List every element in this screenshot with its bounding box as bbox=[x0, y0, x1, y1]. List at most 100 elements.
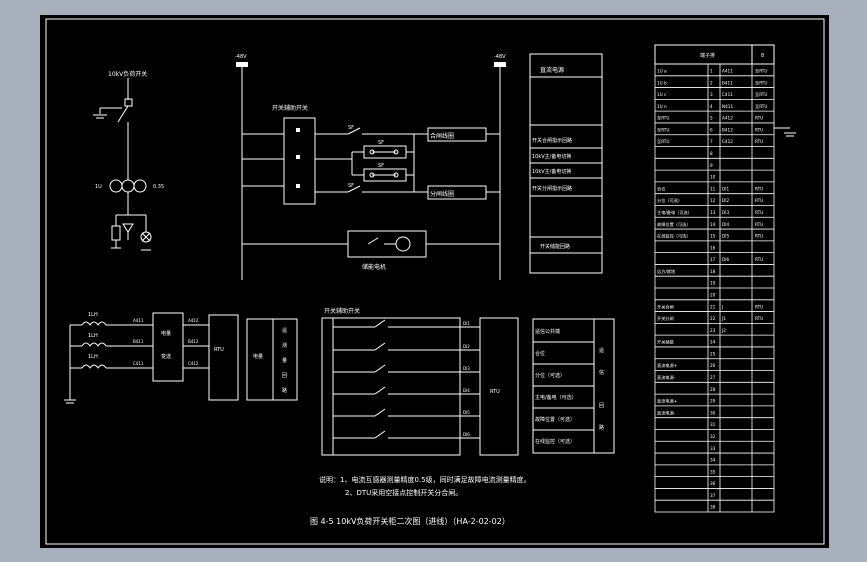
terminal-number: 9 bbox=[710, 163, 713, 168]
terminal-desc: 直流电源- bbox=[657, 409, 676, 416]
svg-text:1LH: 1LH bbox=[88, 312, 98, 318]
svg-text:C412: C412 bbox=[188, 361, 199, 366]
svg-text:测: 测 bbox=[282, 342, 287, 349]
terminal-desc: 1U n bbox=[657, 104, 667, 109]
terminal-number: 7 bbox=[710, 139, 713, 144]
terminal-number: 17 bbox=[710, 257, 716, 262]
terminal-dest: RTU bbox=[755, 222, 763, 227]
terminal-wire: DI3 bbox=[722, 210, 729, 215]
terminal-desc: 在线监控（可选） bbox=[657, 233, 691, 240]
svg-text:量: 量 bbox=[282, 357, 287, 364]
terminal-number: 3 bbox=[710, 92, 713, 97]
function-item-1: 开关合闸指示回路 bbox=[532, 137, 572, 144]
signal-row-3: 主电/备电（可选） bbox=[535, 394, 577, 401]
terminal-dest: RTU bbox=[755, 116, 763, 121]
transmitter-label-1: 电量 bbox=[161, 330, 171, 337]
svg-text:A412: A412 bbox=[188, 318, 199, 323]
function-item-3: 10kV主/备电切换 bbox=[532, 168, 571, 175]
bus-right-label: -48V bbox=[494, 54, 506, 60]
terminal-dest: RTU bbox=[755, 257, 763, 262]
svg-text:8: 8 bbox=[761, 53, 764, 59]
aux-contacts-title: 开关辅助开关 bbox=[324, 307, 360, 315]
signal-row-4: 故障位置（可选） bbox=[535, 416, 575, 423]
switch-label: 10kV负荷开关 bbox=[108, 70, 147, 78]
terminal-header: 端子排 bbox=[700, 52, 715, 59]
function-item-2: 10kV主/备电切换 bbox=[532, 153, 571, 160]
terminal-desc: 开关分闸 bbox=[657, 315, 674, 322]
terminal-desc: 1U c bbox=[657, 92, 667, 97]
svg-text:遥: 遥 bbox=[599, 347, 604, 354]
terminal-wire: J1 bbox=[721, 316, 726, 321]
terminal-number: 4 bbox=[710, 104, 713, 109]
terminal-desc: 远方/就地 bbox=[657, 268, 676, 275]
contact-1-label: SF bbox=[348, 125, 354, 131]
drawing-caption: 图 4-5 10kV负荷开关柜二次图（进线）（HA-2-02-02） bbox=[310, 516, 510, 526]
terminal-desc: 主电/备电（可选） bbox=[657, 209, 692, 216]
function-item-4: 开关分闸指示回路 bbox=[532, 185, 572, 192]
terminal-number: 33 bbox=[710, 446, 716, 451]
signal-row-2: 分位（可选） bbox=[535, 372, 565, 379]
svg-text:路: 路 bbox=[599, 424, 604, 431]
terminal-dest: 至RTU bbox=[755, 80, 767, 85]
terminal-number: 25 bbox=[710, 351, 716, 356]
open-coil-label: 分闸线圈 bbox=[430, 190, 454, 198]
terminal-number: 27 bbox=[710, 375, 716, 380]
terminal-wire: DI5 bbox=[722, 234, 729, 239]
terminal-wire: DI1 bbox=[722, 186, 729, 191]
terminal-desc: 故障位置（可选） bbox=[657, 221, 691, 228]
terminal-dest: RTU bbox=[755, 234, 763, 239]
bus-left-label: -48V bbox=[235, 54, 247, 60]
signal-row-1: 合位 bbox=[535, 350, 545, 357]
terminal-number: 38 bbox=[710, 505, 716, 510]
terminal-desc: 开关合闸 bbox=[657, 303, 674, 310]
terminal-number: 24 bbox=[710, 340, 716, 345]
terminal-dest: RTU bbox=[755, 316, 763, 321]
terminal-wire: B411 bbox=[722, 80, 733, 85]
note-line-2: 2、DTU采用空接点控制开关分合闸。 bbox=[345, 488, 462, 497]
contact-2-label: SF bbox=[378, 140, 384, 146]
terminal-number: 8 bbox=[710, 151, 713, 156]
terminal-number: 37 bbox=[710, 493, 716, 498]
terminal-wire: N411 bbox=[722, 104, 733, 109]
terminal-number: 28 bbox=[710, 387, 716, 392]
terminal-dest: RTU bbox=[755, 304, 763, 309]
terminal-number: 29 bbox=[710, 399, 716, 404]
terminal-wire: A411 bbox=[722, 68, 733, 73]
signal-row-0: 遥信公共端 bbox=[535, 328, 560, 335]
bus-left-fuse bbox=[236, 62, 248, 67]
transmitter-label-2: 变送 bbox=[161, 353, 171, 360]
terminal-number: 6 bbox=[710, 127, 713, 132]
svg-text:DI2: DI2 bbox=[463, 344, 470, 349]
terminal-number: 2 bbox=[710, 80, 713, 85]
terminal-wire: DI6 bbox=[722, 257, 729, 262]
terminal-desc: 开关储能 bbox=[657, 339, 675, 346]
terminal-number: 26 bbox=[710, 363, 716, 368]
function-item-5: 开关储能回路 bbox=[540, 243, 570, 250]
svg-text:回: 回 bbox=[282, 373, 287, 379]
terminal-number: 16 bbox=[710, 245, 716, 250]
terminal-number: 31 bbox=[710, 422, 716, 427]
signal-row-5: 在线监控（可选） bbox=[535, 438, 575, 445]
svg-text:B411: B411 bbox=[133, 339, 144, 344]
note-line-1: 说明：1、电流互感器测量精度0.5级，同时满足故障电流测量精度。 bbox=[319, 475, 531, 484]
terminal-number: 13 bbox=[710, 210, 716, 215]
svg-text:1LH: 1LH bbox=[88, 333, 98, 339]
motor-label: 储能电机 bbox=[362, 263, 386, 271]
close-coil-label: 合闸线圈 bbox=[430, 132, 454, 140]
terminal-dest: RTU bbox=[755, 139, 763, 144]
drawing-canvas: 10kV负荷开关 1U 0.35 -48V -48V 开关辅助开关 SF 合闸线… bbox=[0, 0, 867, 562]
terminal-number: 1 bbox=[710, 68, 713, 73]
terminal-wire: J2 bbox=[721, 328, 726, 333]
terminal-number: 19 bbox=[710, 281, 716, 286]
terminal-number: 14 bbox=[710, 222, 716, 227]
svg-text:DI3: DI3 bbox=[463, 366, 470, 371]
terminal-number: 20 bbox=[710, 292, 716, 297]
terminal-number: 34 bbox=[710, 458, 716, 463]
terminal-number: 21 bbox=[710, 304, 716, 309]
svg-text:回: 回 bbox=[599, 403, 604, 409]
terminal-number: 18 bbox=[710, 269, 716, 274]
function-item-0: 直流电源 bbox=[540, 66, 564, 74]
terminal-dest: RTU bbox=[755, 127, 763, 132]
terminal-wire: DI2 bbox=[722, 198, 729, 203]
terminal-number: 32 bbox=[710, 434, 716, 439]
